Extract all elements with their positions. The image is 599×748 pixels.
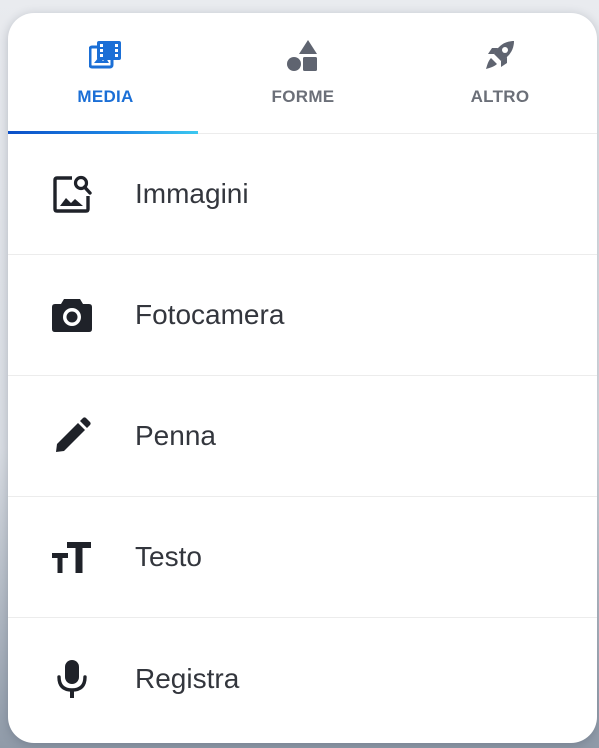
tab-bar: MEDIA FORME ALTRO (8, 13, 597, 134)
media-options-list: Immagini Fotocamera Penna Testo Registra (8, 134, 597, 739)
tab-forme[interactable]: FORME (203, 13, 403, 133)
tab-media-label: MEDIA (77, 87, 134, 106)
tab-altro[interactable]: ALTRO (403, 13, 597, 133)
text-size-icon (48, 533, 96, 581)
camera-icon (48, 291, 96, 339)
tab-media[interactable]: MEDIA (8, 13, 203, 133)
tab-altro-label: ALTRO (470, 87, 530, 106)
microphone-icon (48, 655, 96, 703)
list-item-fotocamera[interactable]: Fotocamera (8, 255, 597, 376)
shapes-icon (285, 37, 321, 73)
list-item-label: Penna (135, 420, 216, 451)
image-search-icon (48, 170, 96, 218)
rocket-icon (482, 37, 518, 73)
insert-menu-panel: MEDIA FORME ALTRO Immagini Fotocamera Pe… (8, 13, 597, 743)
list-item-testo[interactable]: Testo (8, 497, 597, 618)
list-item-immagini[interactable]: Immagini (8, 134, 597, 255)
list-item-label: Fotocamera (135, 299, 285, 330)
pencil-icon (48, 412, 96, 460)
list-item-label: Testo (135, 541, 202, 572)
list-item-penna[interactable]: Penna (8, 376, 597, 497)
list-item-label: Immagini (135, 178, 249, 209)
list-item-label: Registra (135, 662, 240, 694)
tab-forme-label: FORME (271, 87, 335, 106)
list-item-registra[interactable]: Registra (8, 618, 597, 739)
active-tab-indicator (8, 131, 198, 134)
photo-library-icon (88, 37, 124, 73)
